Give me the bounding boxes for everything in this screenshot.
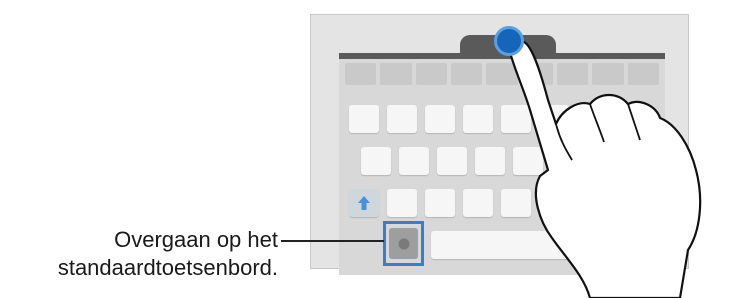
pointing-hand-icon [508, 39, 702, 298]
touch-point-icon [494, 26, 524, 56]
